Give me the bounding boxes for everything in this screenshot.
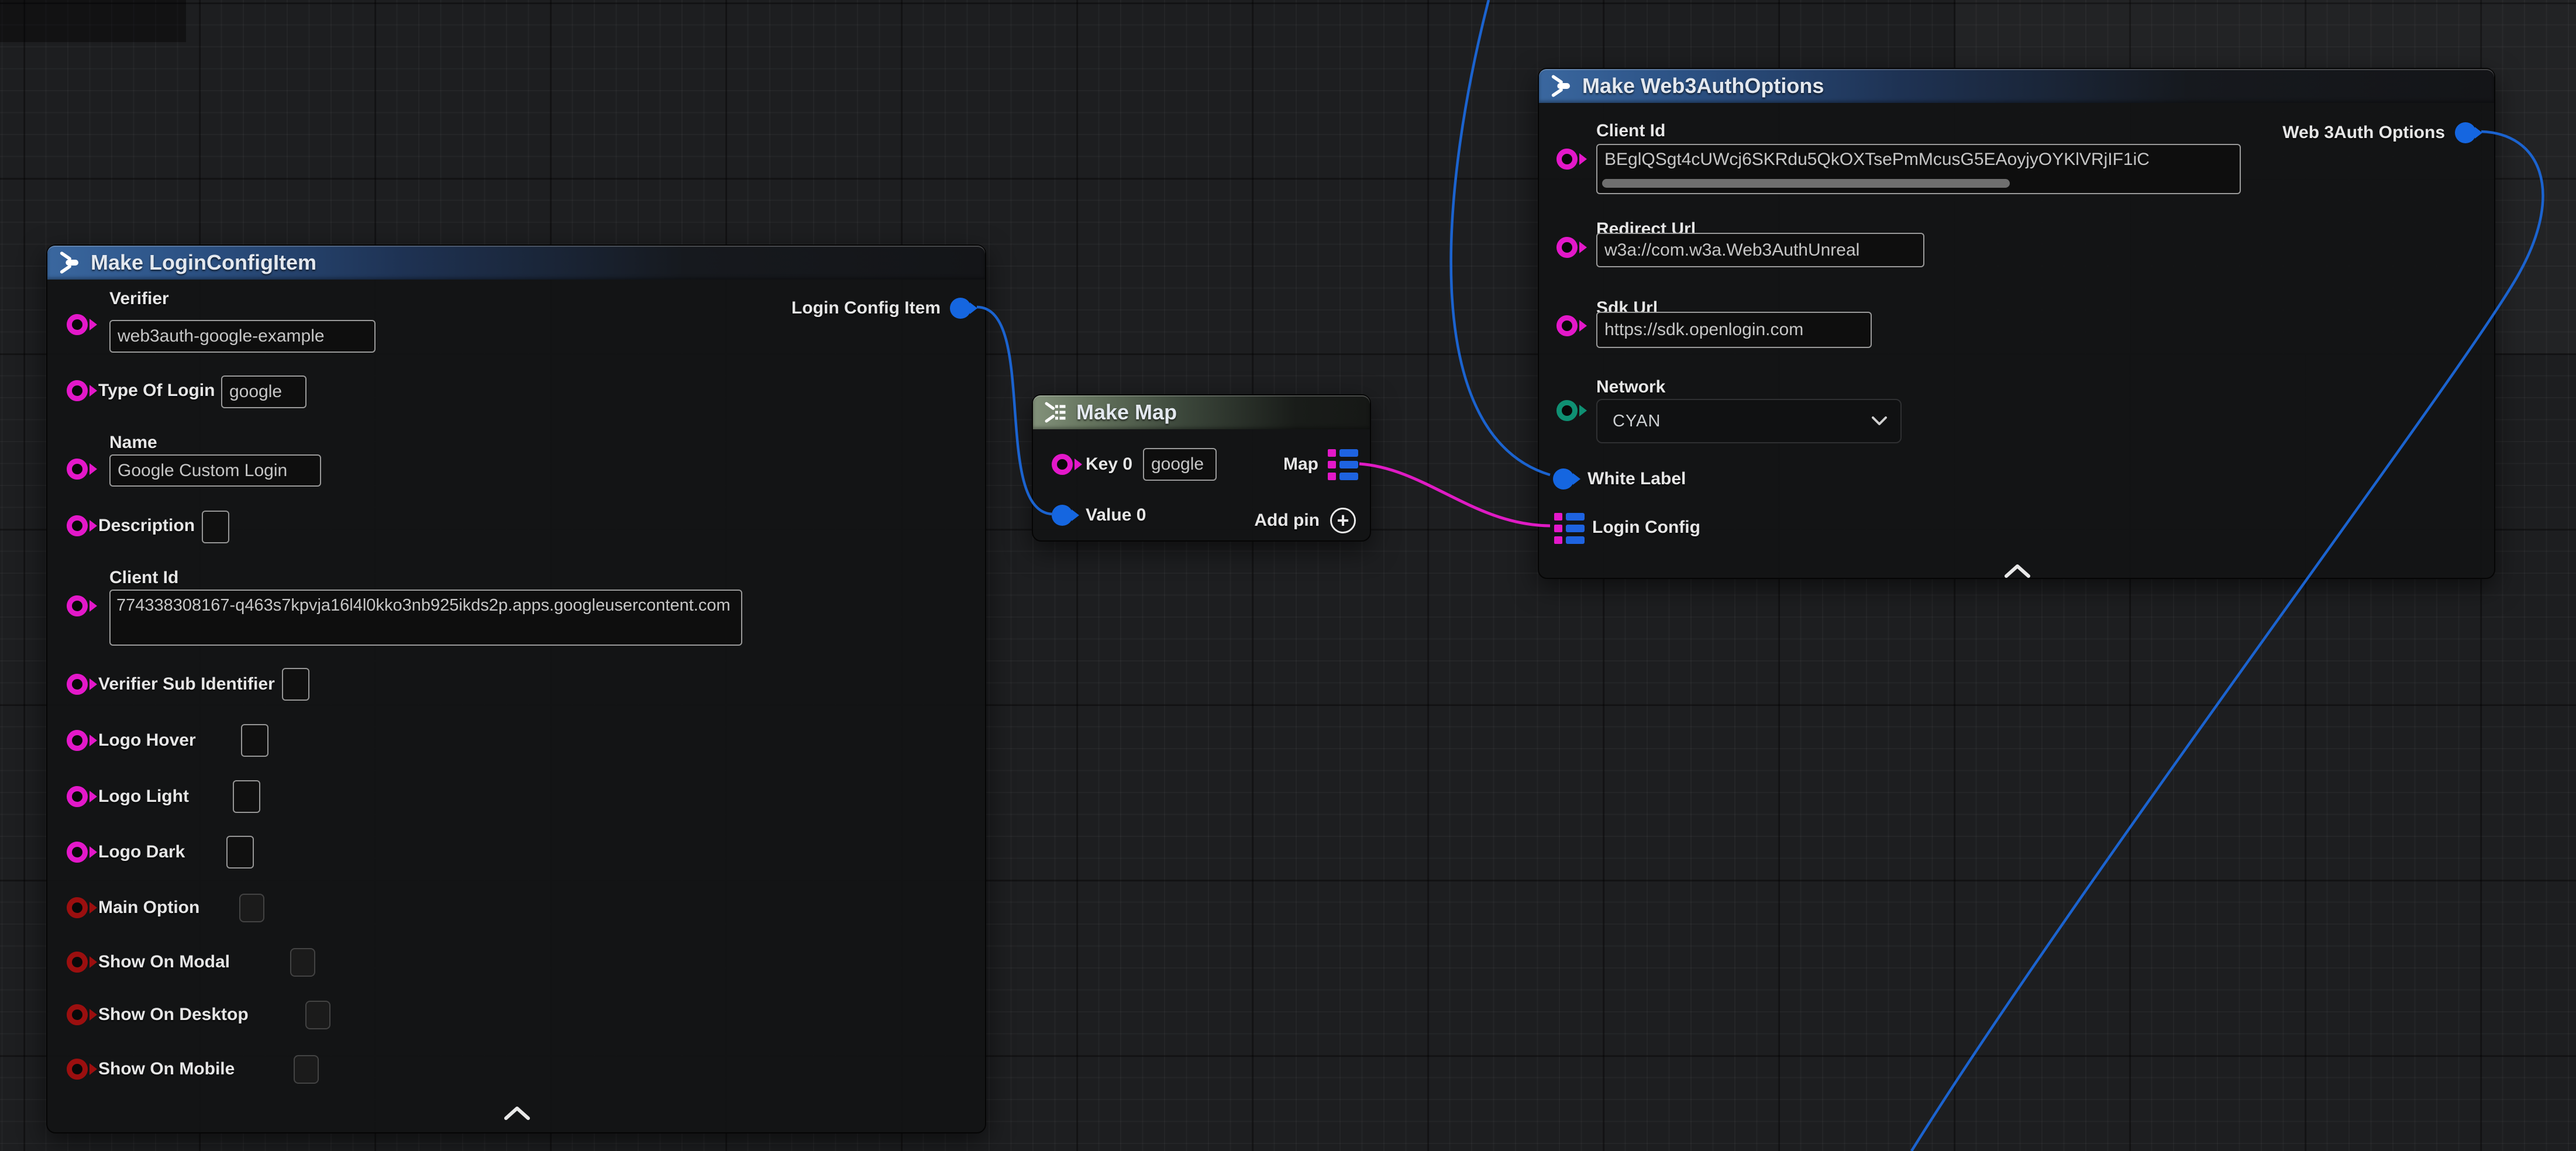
pin-network[interactable] [1556,400,1578,421]
pin-value-0[interactable] [1052,505,1073,526]
node-title: Make Web3AuthOptions [1582,74,1824,98]
make-struct-icon [58,251,81,274]
node-title: Make LoginConfigItem [91,250,316,275]
pin-logo-dark[interactable] [67,842,88,863]
output-pin-label: Web 3Auth Options [2282,123,2445,143]
pin-verifier[interactable] [67,314,88,335]
add-pin-label: Add pin [1254,511,1320,530]
add-pin-button[interactable]: + [1330,508,1356,533]
pin-label-client-id: Client Id [109,568,178,588]
pin-type-of-login[interactable] [67,380,88,401]
node-make-web3authoptions[interactable]: Make Web3AuthOptions Web 3Auth Options C… [1538,68,2495,579]
pin-label-white-label: White Label [1587,469,1686,489]
blueprint-graph-canvas[interactable]: Make LoginConfigItem Login Config Item V… [0,0,2576,1151]
pin-key-0[interactable] [1052,454,1073,475]
pin-login-config-item-output[interactable] [950,298,971,319]
logo-light-input[interactable] [233,780,260,813]
pin-label-show-on-modal: Show On Modal [98,952,230,972]
node-make-map[interactable]: Make Map Key 0 google Value 0 Map Add pi… [1032,394,1371,542]
pin-label-description: Description [98,516,195,536]
show-on-modal-checkbox[interactable] [290,948,315,977]
pin-label-map-output: Map [1283,454,1318,474]
network-dropdown-value: CYAN [1613,412,1661,431]
verifier-sub-identifier-input[interactable] [282,668,309,701]
pin-label-value-0: Value 0 [1086,505,1146,525]
name-input[interactable]: Google Custom Login [109,454,321,487]
node-make-loginconfigitem[interactable]: Make LoginConfigItem Login Config Item V… [46,244,986,1133]
wire-offscreen-to-whitelabel[interactable] [1451,0,1550,475]
network-dropdown[interactable]: CYAN [1596,399,1902,443]
pin-web3auth-options-output[interactable] [2455,122,2476,143]
pin-login-config[interactable] [1554,513,1585,544]
pin-label-show-on-desktop: Show On Desktop [98,1005,249,1025]
pin-label-verifier-sub-identifier: Verifier Sub Identifier [98,674,275,694]
pin-client-id[interactable] [1556,149,1578,170]
main-option-checkbox[interactable] [239,894,264,922]
pin-name[interactable] [67,459,88,480]
chevron-down-icon [1871,416,1888,426]
wire-map-to-loginconfig[interactable] [1359,464,1550,526]
pin-white-label[interactable] [1553,468,1574,490]
pin-label-logo-hover: Logo Hover [98,730,196,750]
pin-label-logo-dark: Logo Dark [98,842,185,862]
node-title: Make Map [1076,400,1177,425]
pin-label-key-0: Key 0 [1086,454,1132,474]
pin-label-show-on-mobile: Show On Mobile [98,1059,235,1079]
show-on-mobile-checkbox[interactable] [294,1055,319,1084]
type-of-login-input[interactable]: google [221,375,306,408]
make-map-icon [1044,401,1067,424]
output-pin-label: Login Config Item [791,298,941,318]
pin-show-on-mobile[interactable] [67,1059,88,1080]
verifier-input[interactable]: web3auth-google-example [109,320,376,353]
pin-label-name: Name [109,433,157,453]
pin-show-on-modal[interactable] [67,952,88,973]
node-header-make-web3authoptions[interactable]: Make Web3AuthOptions [1539,69,2494,103]
sdk-url-input[interactable]: https://sdk.openlogin.com [1596,312,1872,348]
pin-label-login-config: Login Config [1592,518,1700,537]
graph-dark-corner [0,0,186,42]
key-0-input[interactable]: google [1143,448,1217,481]
show-on-desktop-checkbox[interactable] [305,1001,330,1029]
node-header-make-loginconfigitem[interactable]: Make LoginConfigItem [47,246,985,280]
pin-label-logo-light: Logo Light [98,787,189,807]
collapse-node-button[interactable] [2004,563,2031,578]
pin-label-main-option: Main Option [98,898,199,918]
logo-dark-input[interactable] [226,836,254,869]
pin-client-id[interactable] [67,595,88,616]
description-input[interactable] [202,511,229,543]
pin-logo-hover[interactable] [67,730,88,751]
pin-main-option[interactable] [67,897,88,918]
pin-map-output[interactable] [1328,449,1358,480]
collapse-node-button[interactable] [504,1105,531,1121]
node-header-make-map[interactable]: Make Map [1033,395,1370,429]
make-struct-icon [1549,74,1573,98]
logo-hover-input[interactable] [241,724,268,757]
client-id-input[interactable]: 774338308167-q463s7kpvja16l4l0kko3nb925i… [109,590,742,646]
pin-sdk-url[interactable] [1556,315,1578,336]
pin-label-network: Network [1596,377,1665,397]
client-id-scrollbar[interactable] [1602,179,2010,188]
pin-redirect-url[interactable] [1556,237,1578,258]
pin-label-client-id: Client Id [1596,121,1665,141]
pin-verifier-sub-identifier[interactable] [67,674,88,695]
redirect-url-input[interactable]: w3a://com.w3a.Web3AuthUnreal [1596,233,1924,267]
pin-logo-light[interactable] [67,786,88,807]
pin-show-on-desktop[interactable] [67,1004,88,1025]
pin-label-verifier: Verifier [109,289,169,309]
pin-description[interactable] [67,515,88,536]
pin-label-type-of-login: Type Of Login [98,381,215,401]
